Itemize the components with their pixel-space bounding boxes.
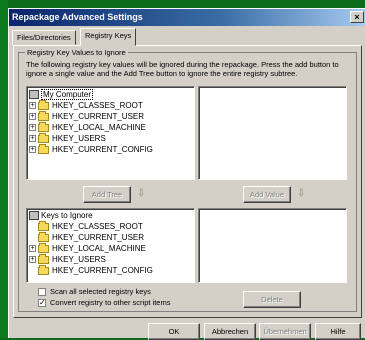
expand-icon[interactable]: + [29,256,36,264]
scan-all-checkbox[interactable]: Scan all selected registry keys [38,287,151,297]
tree-item[interactable]: + HKEY_USERS [29,132,106,144]
folder-icon [38,110,49,121]
desktop-background [0,0,8,338]
folder-icon [38,132,49,143]
checkbox-box[interactable]: ✓ [38,299,46,308]
tree-item[interactable]: + HKEY_LOCAL_MACHINE [29,242,146,254]
delete-button[interactable]: Delete [243,291,301,308]
down-arrow-icon: ⇩ [297,188,306,199]
apply-button[interactable]: Übernehmen [259,323,311,340]
close-button[interactable]: × [350,11,364,23]
group-title: Registry Key Values to Ignore [25,48,128,57]
convert-registry-checkbox[interactable]: ✓ Convert registry to other script items [38,298,170,308]
tree-item[interactable]: + HKEY_LOCAL_MACHINE [29,121,146,133]
tree-item[interactable]: HKEY_CLASSES_ROOT [29,220,143,232]
help-button[interactable]: Hilfe [315,323,361,340]
expand-icon[interactable]: + [29,102,36,110]
ignored-keys-tree[interactable]: Keys to Ignore HKEY_CLASSES_ROOT HKEY_CU… [26,208,195,283]
tree-item[interactable]: + HKEY_USERS [29,253,106,265]
cancel-button[interactable]: Abbrechen [204,323,256,340]
expand-icon[interactable]: + [29,124,36,132]
computer-icon [29,211,39,221]
tree-root-keys-to-ignore[interactable]: Keys to Ignore [29,211,93,221]
folder-icon [38,242,49,253]
folder-icon [38,253,49,264]
folder-icon [38,231,49,242]
tab-registry-keys[interactable]: Registry Keys [80,28,137,46]
tree-root-my-computer[interactable]: My Computer [29,89,94,100]
ok-button[interactable]: OK [148,323,200,340]
add-tree-button[interactable]: Add Tree [83,186,131,203]
folder-icon [38,143,49,154]
repackage-settings-dialog: Repackage Advanced Settings × Files/Dire… [8,8,365,340]
tree-item[interactable]: + HKEY_CLASSES_ROOT [29,99,143,111]
add-value-button[interactable]: Add Value [243,186,291,203]
computer-icon [29,90,39,100]
ignored-values-list[interactable] [198,208,347,283]
tree-item[interactable]: HKEY_CURRENT_USER [29,231,144,243]
down-arrow-icon: ⇩ [137,188,146,199]
checkbox-box[interactable] [38,288,46,297]
folder-icon [38,99,49,110]
folder-icon [38,121,49,132]
tree-item[interactable]: HKEY_CURRENT_CONFIG [29,264,153,276]
expand-icon[interactable]: + [29,113,36,121]
registry-tree[interactable]: My Computer + HKEY_CLASSES_ROOT + HKEY_CUR… [26,86,195,180]
expand-icon[interactable]: + [29,245,36,253]
tree-item[interactable]: + HKEY_CURRENT_CONFIG [29,143,153,155]
values-list[interactable] [198,86,347,180]
folder-icon [38,264,49,275]
folder-icon [38,220,49,231]
window-title: Repackage Advanced Settings [12,12,143,22]
title-bar: Repackage Advanced Settings × [9,9,365,26]
expand-icon[interactable]: + [29,146,36,154]
tab-files-directories[interactable]: Files/Directories [12,30,76,45]
expand-icon[interactable]: + [29,135,36,143]
tree-item[interactable]: + HKEY_CURRENT_USER [29,110,144,122]
group-description: The following registry key values will b… [26,60,339,78]
